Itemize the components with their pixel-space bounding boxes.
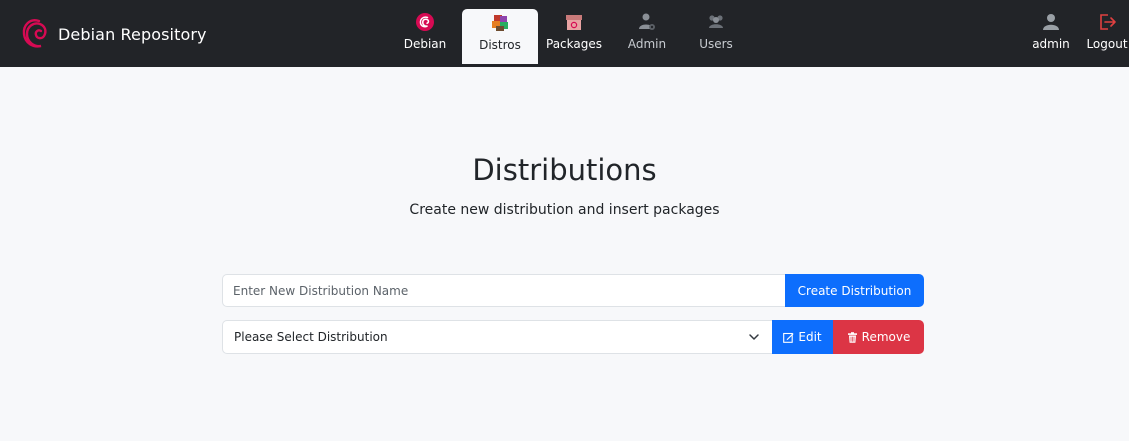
nav-label-distros: Distros — [479, 38, 521, 52]
users-group-icon — [706, 12, 726, 32]
nav-label-users: Users — [699, 37, 733, 51]
nav-item-users[interactable]: Users — [695, 12, 737, 67]
brand-link[interactable]: Debian Repository — [20, 16, 207, 52]
distribution-select[interactable]: Please Select Distribution — [222, 320, 772, 354]
distros-boxes-icon — [490, 13, 510, 33]
distribution-select-value: Please Select Distribution — [234, 330, 388, 344]
user-icon — [1041, 12, 1061, 32]
nav-item-distros[interactable]: Distros — [462, 9, 538, 64]
edit-button-label: Edit — [798, 330, 822, 344]
nav-label-logout: Logout — [1086, 37, 1128, 51]
chevron-down-icon — [748, 331, 760, 343]
nav-label-packages: Packages — [546, 37, 602, 51]
logout-button[interactable]: Logout — [1085, 12, 1129, 67]
top-navbar: Debian Repository Debian Distros Package… — [0, 0, 1129, 67]
admin-user-gear-icon — [637, 12, 657, 32]
select-distribution-group: Please Select Distribution Edit Remove — [222, 320, 924, 354]
nav-item-admin[interactable]: Admin — [626, 12, 668, 67]
nav-item-current-user[interactable]: admin — [1029, 12, 1073, 67]
logout-icon — [1097, 12, 1117, 32]
edit-icon — [783, 332, 794, 343]
trash-icon — [847, 331, 858, 343]
page-title: Distributions — [472, 153, 657, 187]
nav-label-debian: Debian — [403, 37, 447, 51]
page-subtitle: Create new distribution and insert packa… — [409, 202, 720, 218]
brand-title: Debian Repository — [58, 24, 207, 44]
nav-label-user: admin — [1032, 37, 1070, 51]
edit-distribution-button[interactable]: Edit — [772, 320, 833, 354]
distribution-name-input[interactable] — [222, 274, 785, 307]
nav-item-packages[interactable]: Packages — [543, 12, 605, 67]
package-box-icon — [564, 12, 584, 32]
remove-button-label: Remove — [861, 330, 911, 344]
debian-swirl-icon — [20, 17, 50, 51]
debian-logo-icon — [415, 12, 435, 32]
create-distribution-group: Create Distribution — [222, 274, 924, 307]
create-distribution-button[interactable]: Create Distribution — [785, 274, 924, 307]
nav-label-admin: Admin — [627, 37, 667, 51]
remove-distribution-button[interactable]: Remove — [833, 320, 924, 354]
nav-item-debian[interactable]: Debian — [402, 12, 448, 67]
